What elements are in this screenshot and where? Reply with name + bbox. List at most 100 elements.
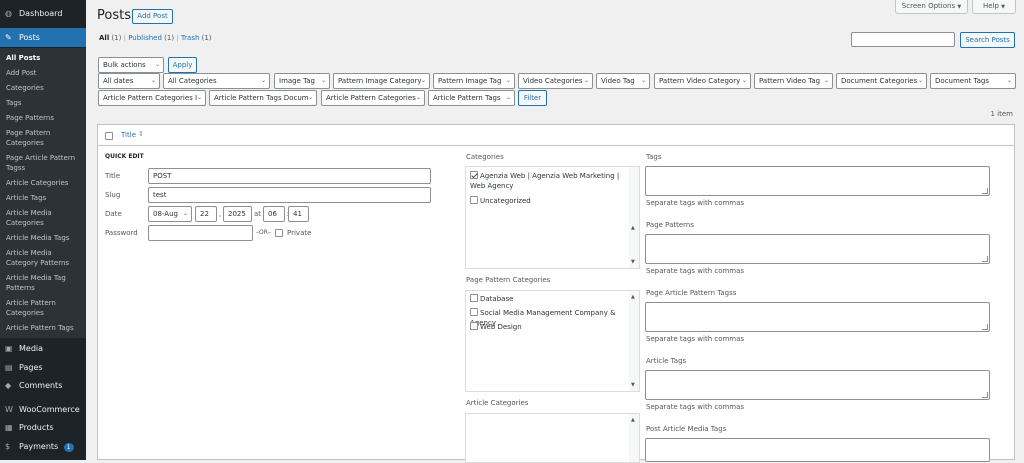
view-trash-count: (1) — [201, 34, 212, 42]
search-posts-button[interactable]: Search Posts — [960, 32, 1015, 48]
add-post-button[interactable]: Add Post — [132, 9, 173, 24]
submenu-article-categories[interactable]: Article Categories — [6, 178, 84, 188]
resize-handle[interactable] — [982, 324, 988, 330]
filter-document-categories-select[interactable]: Document Categories ⌄ — [836, 73, 927, 89]
menu-products[interactable]: ▦ Products — [0, 418, 86, 437]
at-label: at — [254, 210, 262, 218]
select-all-checkbox[interactable] — [105, 132, 113, 140]
view-all[interactable]: All (1) — [99, 34, 121, 42]
help-button[interactable]: Help ▼ — [972, 0, 1016, 14]
menu-pages[interactable]: ▤ Pages — [0, 358, 86, 377]
menu-comments[interactable]: ◆ Comments — [0, 376, 86, 395]
title-input[interactable]: POST — [148, 168, 431, 184]
filter-video-tag-select[interactable]: Video Tag ⌄ — [596, 73, 650, 89]
apply-button[interactable]: Apply — [168, 57, 197, 73]
sort-icon[interactable]: ⇕ — [138, 130, 144, 138]
filter-video-categories-value: Video Categories — [523, 77, 583, 85]
resize-handle[interactable] — [982, 256, 988, 262]
post-article-media-tags-textarea[interactable] — [645, 438, 990, 462]
filter-pattern-video-category-select[interactable]: Pattern Video Category ⌄ — [654, 73, 751, 89]
password-input[interactable] — [148, 225, 253, 241]
submenu-all-posts[interactable]: All Posts — [6, 53, 84, 63]
media-icon: ▣ — [5, 344, 13, 353]
submenu-article-media-categories[interactable]: Article Media Categories — [6, 208, 84, 228]
scroll-up-icon[interactable]: ▲ — [631, 294, 635, 300]
filter-categories-select[interactable]: All Categories ⌄ — [163, 73, 270, 89]
title-column-header[interactable]: Title — [121, 131, 136, 139]
submenu-categories[interactable]: Categories — [6, 83, 84, 93]
submenu-add-post[interactable]: Add Post — [6, 68, 84, 78]
view-trash[interactable]: Trash (1) — [181, 34, 212, 42]
search-input[interactable] — [851, 32, 955, 47]
year-input[interactable]: 2025 — [223, 206, 252, 222]
filter-pattern-video-tag-select[interactable]: Pattern Video Tag ⌄ — [754, 73, 833, 89]
filter-dates-select[interactable]: All dates ⌄ — [98, 73, 160, 89]
caret-down-icon: ▼ — [957, 4, 962, 10]
day-input[interactable]: 22 — [195, 206, 217, 222]
category-item-uncategorized[interactable]: Uncategorized — [470, 196, 531, 206]
page-pattern-checkbox[interactable] — [470, 308, 478, 316]
filter-article-pattern-tags-select[interactable]: Article Pattern Tags ⌄ — [428, 90, 515, 106]
chevron-down-icon: ⌄ — [260, 77, 266, 84]
menu-posts[interactable]: ✎ Posts — [0, 28, 86, 47]
filter-video-categories-select[interactable]: Video Categories ⌄ — [518, 73, 593, 89]
menu-payments[interactable]: $ Payments 1 — [0, 437, 86, 456]
page-patterns-textarea[interactable] — [645, 234, 990, 264]
title-label: Title — [105, 172, 121, 180]
page-article-pattern-tagss-textarea[interactable] — [645, 302, 990, 332]
page-pattern-checkbox[interactable] — [470, 294, 478, 302]
tags-textarea[interactable] — [645, 166, 990, 196]
page-pattern-item-database[interactable]: Database — [470, 294, 513, 304]
submenu-page-pattern-categories[interactable]: Page Pattern Categories — [6, 128, 84, 148]
view-published[interactable]: Published (1) — [128, 34, 174, 42]
private-label: Private — [287, 229, 312, 237]
private-checkbox[interactable] — [275, 229, 283, 237]
slug-input[interactable]: test — [148, 187, 431, 203]
submenu-article-pattern-categories[interactable]: Article Pattern Categories — [6, 298, 84, 318]
scroll-up-icon[interactable]: ▲ — [631, 225, 635, 231]
scroll-up-icon[interactable]: ▲ — [631, 417, 635, 423]
submenu-tags[interactable]: Tags — [6, 98, 84, 108]
hour-input[interactable]: 06 — [263, 206, 285, 222]
filter-pattern-image-category-select[interactable]: Pattern Image Category ⌄ — [333, 73, 430, 89]
submenu-article-media-tag-patterns[interactable]: Article Media Tag Patterns — [6, 273, 84, 293]
submenu-article-pattern-tags[interactable]: Article Pattern Tags — [6, 323, 84, 333]
page-pattern-checkbox[interactable] — [470, 322, 478, 330]
menu-media-label: Media — [19, 344, 44, 353]
category-checkbox-checked[interactable] — [470, 171, 478, 179]
menu-woocommerce[interactable]: W WooCommerce — [0, 400, 86, 419]
chevron-down-icon: ⌄ — [154, 61, 160, 68]
submenu-page-patterns[interactable]: Page Patterns — [6, 113, 84, 123]
bulk-actions-select[interactable]: Bulk actions ⌄ — [98, 57, 164, 73]
filter-pattern-video-category-value: Pattern Video Category — [659, 77, 741, 85]
page-pattern-item-web-design[interactable]: Web Design — [470, 322, 522, 332]
month-select[interactable]: 08-Aug ⌄ — [148, 206, 192, 222]
submenu-article-media-tags[interactable]: Article Media Tags — [6, 233, 84, 243]
submenu-article-tags[interactable]: Article Tags — [6, 193, 84, 203]
scroll-down-icon[interactable]: ▼ — [631, 259, 635, 265]
category-item-agenzia-web[interactable]: Agenzia Web | Agenzia Web Marketing | We… — [470, 171, 620, 191]
resize-handle[interactable] — [982, 188, 988, 194]
resize-handle[interactable] — [982, 392, 988, 398]
article-tags-textarea[interactable] — [645, 370, 990, 400]
category-checkbox[interactable] — [470, 196, 478, 204]
view-trash-label: Trash — [180, 34, 200, 42]
submenu-article-media-category-patterns[interactable]: Article Media Category Patterns — [6, 248, 84, 268]
page-pattern-scrollbar[interactable]: ▲ ▼ — [629, 291, 639, 391]
screen-options-button[interactable]: Screen Options ▼ — [895, 0, 968, 14]
filter-image-tag-select[interactable]: Image Tag ⌄ — [274, 73, 330, 89]
filter-article-pattern-categories-select[interactable]: Article Pattern Categories ⌄ — [321, 90, 425, 106]
filter-button[interactable]: Filter — [518, 90, 547, 106]
filter-article-pattern-tags-docum-select[interactable]: Article Pattern Tags Docum ⌄ — [209, 90, 317, 106]
menu-media[interactable]: ▣ Media — [0, 339, 86, 358]
article-categories-scrollbar[interactable]: ▲ — [629, 414, 639, 462]
menu-comments-label: Comments — [19, 381, 63, 390]
submenu-page-article-pattern-tagss[interactable]: Page Article Pattern Tagss — [6, 153, 84, 173]
filter-pattern-image-tag-select[interactable]: Pattern Image Tag ⌄ — [433, 73, 515, 89]
categories-scrollbar[interactable]: ▲ ▼ — [629, 167, 639, 268]
minute-input[interactable]: 41 — [288, 206, 309, 222]
menu-dashboard[interactable]: ◍ Dashboard — [0, 4, 86, 23]
scroll-down-icon[interactable]: ▼ — [631, 382, 635, 388]
filter-article-pattern-categories-i-select[interactable]: Article Pattern Categories I ⌄ — [98, 90, 206, 106]
filter-document-tags-select[interactable]: Document Tags ⌄ — [930, 73, 1016, 89]
